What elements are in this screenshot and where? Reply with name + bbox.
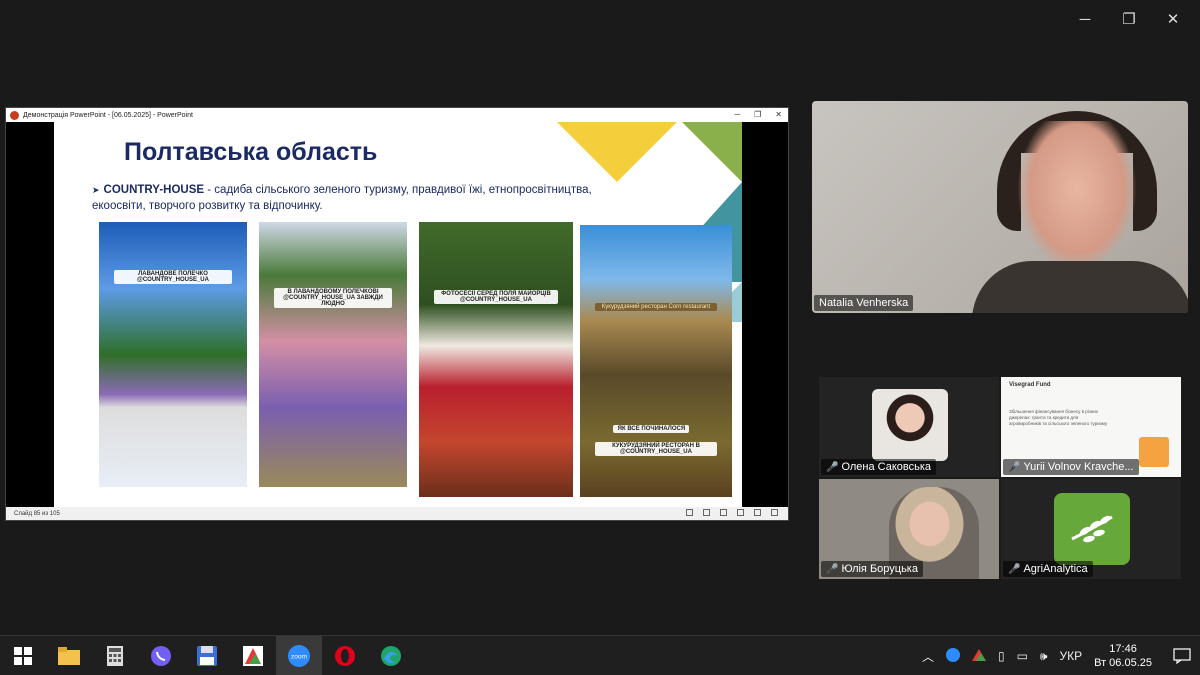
- photo-caption: КУКУРУДЗЯНИЙ РЕСТОРАН В @COUNTRY_HOUSE_U…: [595, 442, 717, 456]
- reading-view-icon[interactable]: [737, 509, 744, 516]
- photo-lavender-arch: ЛАВАНДОВЕ ПОЛЕЧКО @COUNTRY_HOUSE_UA: [99, 222, 247, 487]
- agrianalytica-logo-icon: [1054, 493, 1130, 565]
- photo-corn-restaurant: Кукурудзяний ресторан Corn restaurant ЯК…: [580, 225, 732, 497]
- muted-mic-icon: 🎤: [826, 462, 839, 473]
- clock-date: Вт 06.05.25: [1094, 657, 1152, 669]
- participant-gallery: 🎤 Олена Саковська Visegrad Fund Збільшенн…: [819, 377, 1181, 580]
- participant-tile[interactable]: 🎤 Юлія Боруцька: [819, 479, 999, 579]
- edge-icon[interactable]: [368, 636, 414, 675]
- participant-tile[interactable]: 🎤 AgriAnalytica: [1001, 479, 1181, 579]
- slide-sorter-icon[interactable]: [720, 509, 727, 516]
- save-disk-icon[interactable]: [184, 636, 230, 675]
- app-tray-icon[interactable]: [971, 648, 986, 664]
- bullet-arrow-icon: ➤: [92, 185, 100, 195]
- opera-icon[interactable]: [322, 636, 368, 675]
- speaker-shoulders: [972, 261, 1188, 313]
- visegrad-fund-logo: Visegrad Fund: [1009, 382, 1051, 388]
- viber-icon[interactable]: [138, 636, 184, 675]
- participant-name: 🎤 Юлія Боруцька: [821, 561, 923, 577]
- decor-triangle-yellow: [557, 122, 677, 182]
- participant-name: 🎤 Олена Саковська: [821, 459, 937, 475]
- participant-name: 🎤 Yurii Volnov Kravche...: [1003, 459, 1139, 475]
- photo-caption: В ЛАВАНДОВОМУ ПОЛЕЧКОВІ @COUNTRY_HOUSE_U…: [273, 288, 393, 308]
- restore-button[interactable]: ❐: [1114, 8, 1144, 30]
- decor-triangle-green: [682, 122, 742, 182]
- clock[interactable]: 17:46 Вт 06.05.25: [1094, 642, 1152, 670]
- ppt-minimize-icon[interactable]: ─: [734, 108, 740, 122]
- clock-time: 17:46: [1109, 643, 1137, 655]
- slide-bullet: ➤ COUNTRY-HOUSE - садиба сільського зелен…: [92, 182, 632, 214]
- participant-name: 🎤 AgriAnalytica: [1003, 561, 1093, 577]
- muted-mic-icon: 🎤: [1008, 462, 1021, 473]
- system-tray: ︿ ▯ ▭ 🕪 УКР 17:46 Вт 06.05.25: [916, 636, 1200, 675]
- photo-caption: ЯК ВСЕ ПОЧИНАЛОСЯ: [613, 425, 690, 433]
- ppt-window-title: Демонстрація PowerPoint - [06.05.2025] -…: [23, 111, 193, 119]
- participant-tile[interactable]: Visegrad Fund Збільшення фінансування бі…: [1001, 377, 1181, 477]
- taskbar: zoom ︿ ▯ ▭ 🕪 УКР 17:46 Вт 06.05.25: [0, 635, 1200, 675]
- thumbnail-graphic: [1139, 437, 1169, 467]
- network-icon[interactable]: ▭: [1017, 649, 1028, 663]
- volume-icon[interactable]: 🕪: [1040, 649, 1048, 664]
- notes-icon[interactable]: [686, 509, 693, 516]
- calculator-icon[interactable]: [92, 636, 138, 675]
- photo-lavender-group: В ЛАВАНДОВОМУ ПОЛЕЧКОВІ @COUNTRY_HOUSE_U…: [259, 222, 407, 487]
- chevron-up-icon[interactable]: ︿: [922, 648, 934, 665]
- close-button[interactable]: ✕: [1158, 8, 1188, 30]
- muted-mic-icon: 🎤: [826, 564, 839, 575]
- usb-icon[interactable]: ▯: [998, 649, 1005, 663]
- restaurant-sign: Кукурудзяний ресторан Corn restaurant: [595, 303, 717, 311]
- speaker-video[interactable]: Natalia Venherska: [812, 101, 1188, 313]
- slide-title: Полтавська область: [124, 138, 378, 166]
- zoom-app-icon[interactable]: zoom: [276, 635, 322, 675]
- screen: ─ ❐ ✕ Демонстрація PowerPoint - [06.05.2…: [0, 0, 1200, 675]
- bullet-strong: COUNTRY-HOUSE: [103, 184, 205, 196]
- app-icon-colorful[interactable]: [230, 636, 276, 675]
- powerpoint-icon: [10, 110, 19, 120]
- photo-caption: ЛАВАНДОВЕ ПОЛЕЧКО @COUNTRY_HOUSE_UA: [113, 270, 233, 284]
- minimize-button[interactable]: ─: [1070, 8, 1100, 30]
- zoom-tray-icon[interactable]: [945, 647, 960, 665]
- speaker-name-tag: Natalia Venherska: [814, 295, 914, 311]
- slide: Полтавська область ➤ COUNTRY-HOUSE - сади…: [54, 122, 742, 509]
- ppt-restore-icon[interactable]: ❐: [754, 108, 761, 122]
- slide-counter: Слайд 85 из 105: [14, 510, 60, 517]
- speaker-face: [1017, 121, 1137, 271]
- window-controls: ─ ❐ ✕: [1070, 8, 1188, 30]
- presentation-thumbnail-text: Збільшення фінансування бізнесу в різних…: [1009, 409, 1108, 426]
- shared-screen-powerpoint[interactable]: Демонстрація PowerPoint - [06.05.2025] -…: [5, 107, 789, 521]
- zoom-label: zoom: [291, 653, 307, 660]
- start-button[interactable]: [0, 636, 46, 675]
- photo-caption: ФОТОСЕСІЇ СЕРЕД ПОЛЯ МАЙОРЦІВ @COUNTRY_H…: [434, 290, 558, 304]
- participant-photo: [872, 389, 948, 461]
- input-language[interactable]: УКР: [1059, 649, 1082, 663]
- ppt-title-bar: Демонстрація PowerPoint - [06.05.2025] -…: [6, 108, 788, 122]
- notifications-icon[interactable]: [1164, 636, 1200, 675]
- fit-slide-icon[interactable]: [771, 509, 778, 516]
- ppt-close-icon[interactable]: ✕: [775, 108, 782, 122]
- muted-mic-icon: 🎤: [1008, 564, 1021, 575]
- file-explorer-icon[interactable]: [46, 636, 92, 675]
- slideshow-icon[interactable]: [754, 509, 761, 516]
- ppt-status-bar: Слайд 85 из 105: [6, 507, 788, 520]
- normal-view-icon[interactable]: [703, 509, 710, 516]
- photo-couple-flowers: ФОТОСЕСІЇ СЕРЕД ПОЛЯ МАЙОРЦІВ @COUNTRY_H…: [419, 222, 573, 497]
- participant-tile[interactable]: 🎤 Олена Саковська: [819, 377, 999, 477]
